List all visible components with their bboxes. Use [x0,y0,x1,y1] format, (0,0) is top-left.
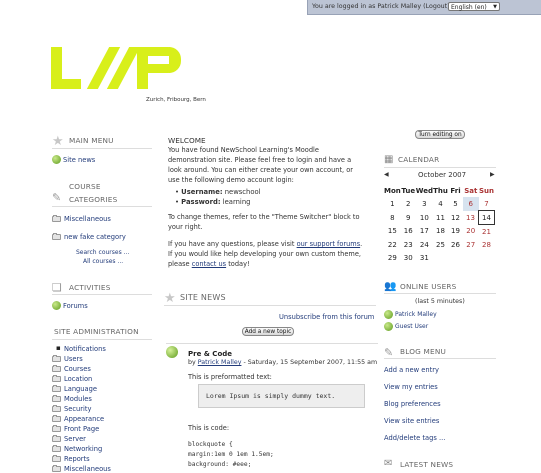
blog-menu-title: BLOG MENU [400,347,447,356]
folder-icon [52,395,61,402]
support-forums-link[interactable]: our support forums [297,240,361,248]
login-text: You are logged in as [312,3,376,10]
online-users-title: ONLINE USERS [400,282,457,291]
search-courses-link[interactable]: Search courses ... [76,249,129,256]
admin-users[interactable]: Users [64,355,83,363]
password-line: • Password: learning [175,198,251,206]
online-user[interactable]: Patrick Malley [395,311,437,318]
folder-icon [52,355,61,362]
calendar-icon: ▦ [384,154,394,165]
login-info: You are logged in as Patrick Malley (Log… [312,3,450,10]
blog-add-delete-tags[interactable]: Add/delete tags ... [384,434,445,442]
calendar-grid: Mon Tue Wed Thu Fri Sat Sun 123 4567 8 9 10 11 1… [384,186,495,262]
site-news-title: SITE NEWS [180,293,226,302]
code-block: blockquote { margin:1em 0 1em 1.5em; bac… [188,441,274,468]
site-news-link[interactable]: Site news [63,156,95,164]
questions-text: If you have any questions, please visit … [168,240,363,268]
folder-icon [52,385,61,392]
folder-icon [52,405,61,412]
tagline: Zurich, Fribourg, Bern [146,97,206,103]
users-icon: 👥 [384,281,397,292]
admin-language[interactable]: Language [64,385,97,393]
user-avatar [384,310,393,319]
category-link[interactable]: new fake category [64,233,126,241]
post-title: Pre & Code [188,350,233,358]
admin-front-page[interactable]: Front Page [64,425,99,433]
admin-networking[interactable]: Networking [64,445,102,453]
top-bar: You are logged in as Patrick Malley (Log… [307,0,541,15]
online-users-sub: (last 5 minutes) [415,298,465,305]
activities-icon: ❏ [52,281,62,294]
news-icon: ✉ [384,458,393,469]
book-icon: ✎ [52,191,62,204]
bullet-icon: ▪ [56,344,61,352]
post-author-link[interactable]: Patrick Malley [198,359,242,366]
folder-icon [52,445,61,452]
user-avatar [384,322,393,331]
online-user[interactable]: Guest User [395,323,428,330]
user-link[interactable]: Patrick Malley [377,3,421,10]
themes-text: To change themes, refer to the "Theme Sw… [168,213,360,231]
logout-link[interactable]: (Logout) [423,3,449,10]
calendar-month: October 2007 [418,171,467,179]
admin-appearance[interactable]: Appearance [64,415,104,423]
unsubscribe-link[interactable]: Unsubscribe from this forum [279,313,374,321]
admin-server[interactable]: Server [64,435,86,443]
username-line: • Username: newschool [175,188,261,196]
admin-miscellaneous[interactable]: Miscellaneous [64,465,111,473]
blog-add-entry[interactable]: Add a new entry [384,366,439,374]
welcome-intro: You have found NewSchool Learning's Mood… [168,146,353,184]
contact-us-link[interactable]: contact us [192,260,226,268]
calendar-prev[interactable]: ◀ [384,171,389,178]
blog-view-site-entries[interactable]: View site entries [384,417,439,425]
post-meta: by Patrick Malley - Saturday, 15 Septemb… [188,359,378,366]
star-icon: ★ [52,134,64,149]
chevron-down-icon: ▼ [493,4,497,10]
site-admin-title: SITE ADMINISTRATION [54,327,139,336]
course-categories-title-2: CATEGORIES [69,195,118,204]
main-menu-title: MAIN MENU [69,136,114,145]
calendar-title: CALENDAR [398,155,440,164]
folder-icon [52,233,61,240]
admin-courses[interactable]: Courses [64,365,91,373]
folder-icon [52,365,61,372]
forums-link[interactable]: Forums [63,302,88,310]
folder-icon [52,425,61,432]
admin-security[interactable]: Security [64,405,91,413]
category-link[interactable]: Miscellaneous [64,215,111,223]
star-icon: ★ [164,291,176,306]
folder-icon [52,375,61,382]
activities-title: ACTIVITIES [69,283,111,292]
forum-icon [52,301,61,310]
admin-notifications[interactable]: Notifications [64,345,106,353]
course-categories-title-1: COURSE [69,182,101,191]
calendar-next[interactable]: ▶ [490,171,495,178]
folder-icon [52,465,61,472]
folder-icon [52,215,61,222]
pre-intro: This is preformatted text: [188,373,272,381]
news-icon [52,155,61,164]
all-courses-link[interactable]: All courses ... [83,258,123,265]
post-avatar [166,346,178,358]
admin-reports[interactable]: Reports [64,455,90,463]
blog-view-my-entries[interactable]: View my entries [384,383,438,391]
language-value: English (en) [451,4,487,11]
language-select[interactable]: English (en) ▼ [448,2,500,11]
welcome-title: WELCOME [168,136,206,145]
demo-credentials: • Username: newschool • Password: learni… [175,187,261,207]
folder-icon [52,455,61,462]
turn-editing-on-button[interactable]: Turn editing on [415,130,465,139]
admin-location[interactable]: Location [64,375,92,383]
pre-block: Lorem Ipsum is simply dummy text. [198,384,365,408]
code-intro: This is code: [188,424,230,432]
add-topic-button[interactable]: Add a new topic [242,327,294,336]
admin-modules[interactable]: Modules [64,395,92,403]
folder-icon [52,415,61,422]
blog-preferences[interactable]: Blog preferences [384,400,441,408]
folder-icon [52,435,61,442]
